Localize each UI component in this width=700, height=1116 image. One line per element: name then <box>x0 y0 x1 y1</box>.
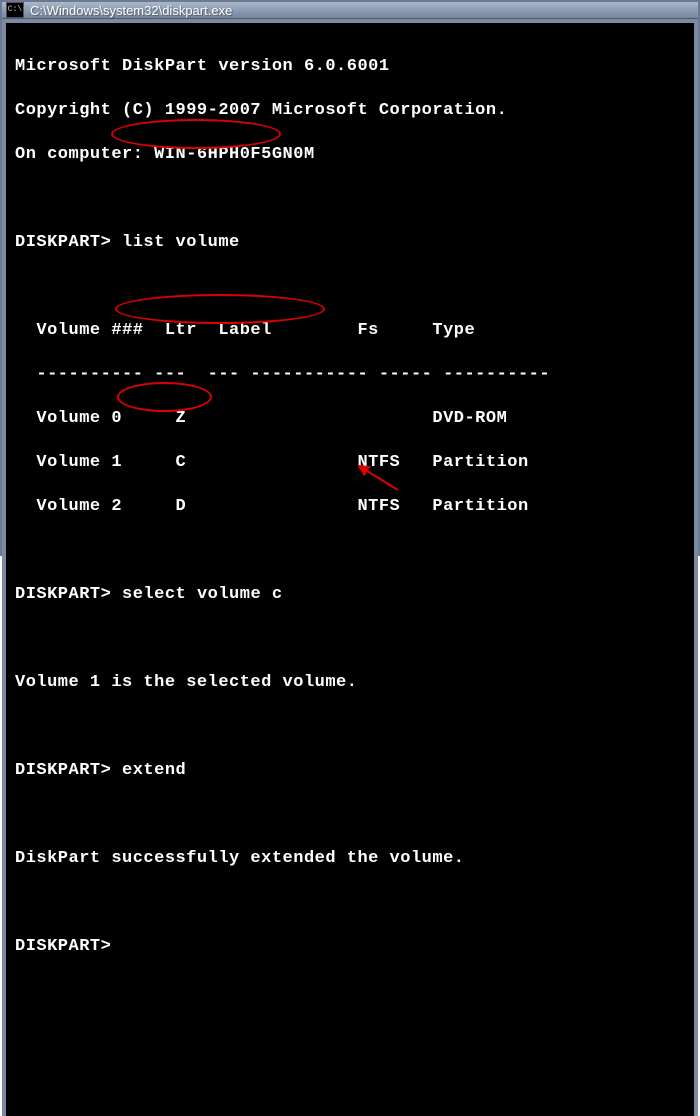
blank-line <box>15 716 689 738</box>
titlebar[interactable]: C:\ C:\Windows\system32\diskpart.exe <box>2 2 698 19</box>
table-row: Volume 1 C NTFS Partition <box>15 452 689 474</box>
cmd-extend: extend <box>122 761 186 780</box>
window-title: C:\Windows\system32\diskpart.exe <box>30 3 232 18</box>
blank-line <box>15 540 689 562</box>
blank-line <box>15 188 689 210</box>
blank-line <box>15 628 689 650</box>
header-line-1: Microsoft DiskPart version 6.0.6001 <box>15 56 689 78</box>
prompt-2: DISKPART> <box>15 585 111 604</box>
blank-line <box>15 276 689 298</box>
prompt-3: DISKPART> <box>15 761 111 780</box>
console-frame: Microsoft DiskPart version 6.0.6001 Copy… <box>2 19 698 1116</box>
cmd-list-volume: list volume <box>122 233 240 252</box>
prompt-line-3: DISKPART> extend <box>15 760 689 782</box>
blank-line <box>15 804 689 826</box>
diskpart-window: C:\ C:\Windows\system32\diskpart.exe Mic… <box>0 0 700 556</box>
msg-selected: Volume 1 is the selected volume. <box>15 672 689 694</box>
prompt-line-1: DISKPART> list volume <box>15 232 689 254</box>
msg-extended: DiskPart successfully extended the volum… <box>15 848 689 870</box>
table-header: Volume ### Ltr Label Fs Type <box>15 320 689 342</box>
blank-line <box>15 892 689 914</box>
cmd-icon-label: C:\ <box>8 6 22 14</box>
table-row: Volume 2 D NTFS Partition <box>15 496 689 518</box>
prompt-4: DISKPART> <box>15 937 111 956</box>
prompt-1: DISKPART> <box>15 233 111 252</box>
prompt-line-2: DISKPART> select volume c <box>15 584 689 606</box>
header-line-2: Copyright (C) 1999-2007 Microsoft Corpor… <box>15 100 689 122</box>
cmd-icon: C:\ <box>6 2 24 18</box>
console-output[interactable]: Microsoft DiskPart version 6.0.6001 Copy… <box>7 24 693 1116</box>
prompt-line-4: DISKPART> <box>15 936 689 958</box>
table-row: Volume 0 Z DVD-ROM <box>15 408 689 430</box>
cmd-select-volume: select volume c <box>122 585 283 604</box>
cursor <box>122 938 132 956</box>
header-line-3: On computer: WIN-6HPH0F5GN0M <box>15 144 689 166</box>
table-divider: ---------- --- --- ----------- ----- ---… <box>15 364 689 386</box>
